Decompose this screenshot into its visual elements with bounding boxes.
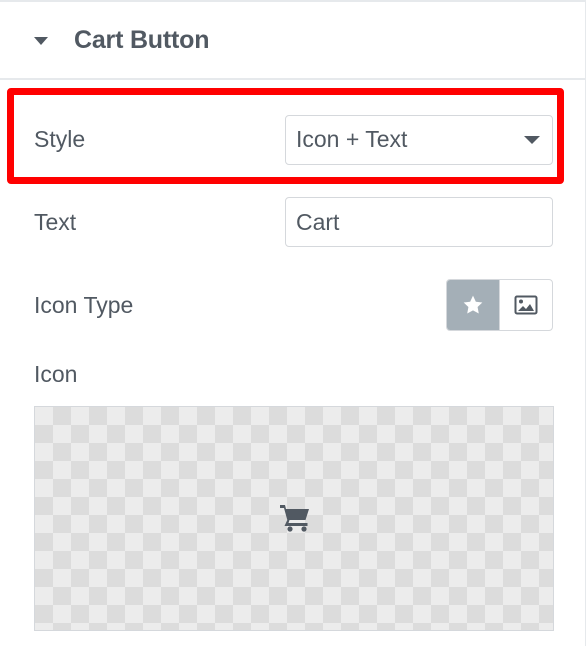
icon-type-choices [446,279,553,331]
shopping-cart-icon [280,505,309,532]
section-title: Cart Button [74,26,210,54]
icon-label: Icon [34,361,78,387]
section-header-cart-button[interactable]: Cart Button [0,2,585,80]
highlight-box [7,88,564,184]
caret-down-icon[interactable] [34,37,48,45]
icon-type-option-icon[interactable] [447,280,499,330]
star-icon [463,295,483,314]
image-icon [514,295,538,315]
icon-preview-box[interactable] [34,406,554,631]
icon-type-label: Icon Type [34,292,134,318]
icon-type-option-image[interactable] [499,280,552,330]
text-label: Text [34,209,77,235]
text-input[interactable] [285,197,553,247]
cart-button-panel: Cart Button Style Icon + Text Text Icon … [0,0,586,646]
